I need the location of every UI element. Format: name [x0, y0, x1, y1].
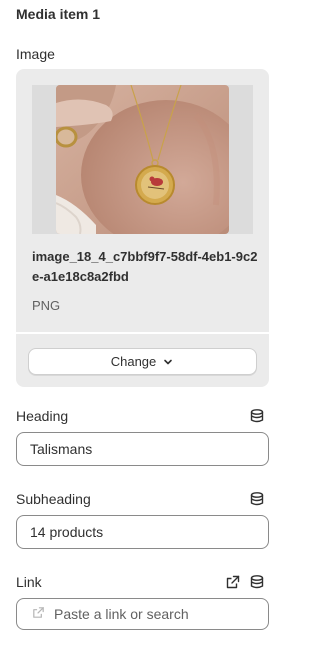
link-label: Link	[16, 574, 42, 590]
subheading-input[interactable]: 14 products	[16, 515, 269, 549]
subheading-input-value: 14 products	[30, 524, 104, 540]
chevron-down-icon	[162, 356, 174, 368]
heading-input-value: Talismans	[30, 441, 93, 457]
database-icon[interactable]	[249, 408, 265, 424]
link-input-placeholder: Paste a link or search	[54, 606, 189, 622]
change-image-button[interactable]: Change	[28, 348, 257, 375]
image-thumbnail[interactable]	[56, 85, 229, 234]
database-icon[interactable]	[249, 574, 265, 590]
section-title: Media item 1	[16, 6, 101, 22]
media-item-settings-panel: Media item 1 Image image_18_4_c7bbf9f7-5…	[0, 0, 289, 650]
image-label: Image	[16, 46, 55, 62]
image-picker-card: image_18_4_c7bbf9f7-58df-4eb1-9c2e-a1e18…	[16, 69, 269, 387]
link-input[interactable]: Paste a link or search	[16, 598, 269, 630]
external-link-icon[interactable]	[225, 574, 241, 590]
link-icon	[31, 605, 46, 623]
image-thumbnail-frame	[32, 85, 253, 234]
card-divider	[16, 332, 269, 334]
subheading-label: Subheading	[16, 491, 91, 507]
image-file-name: image_18_4_c7bbf9f7-58df-4eb1-9c2e-a1e18…	[32, 249, 258, 284]
database-icon[interactable]	[249, 491, 265, 507]
heading-label: Heading	[16, 408, 69, 424]
heading-input[interactable]: Talismans	[16, 432, 269, 466]
image-file-type: PNG	[32, 298, 61, 313]
change-button-label: Change	[110, 354, 157, 369]
